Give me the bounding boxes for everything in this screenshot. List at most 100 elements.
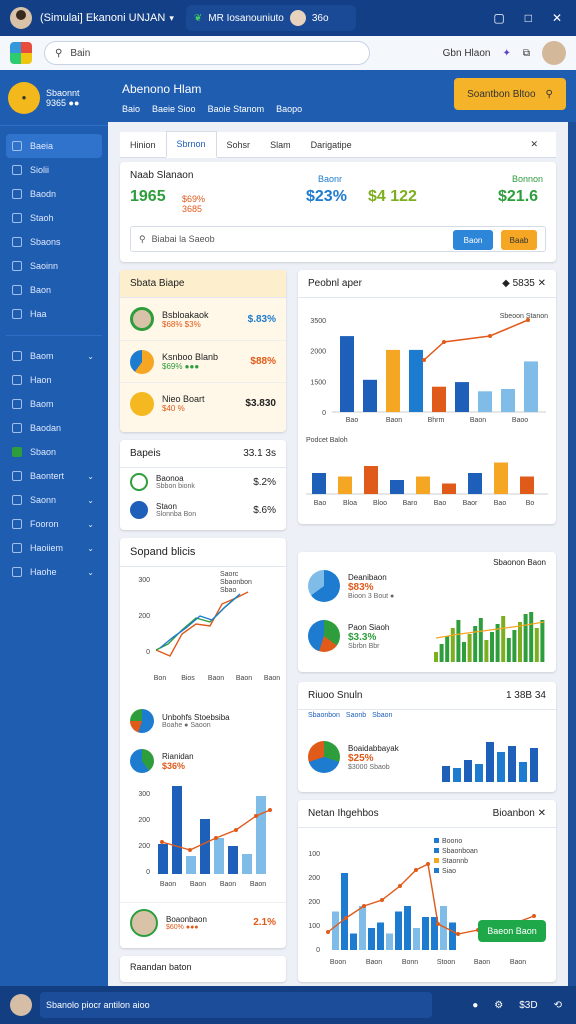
list-item[interactable]: Paon Siaoh $3.3% Sbrbn Bbr <box>298 614 448 658</box>
avatar[interactable] <box>10 994 32 1016</box>
x-tick-label: Baro <box>403 500 418 507</box>
tab-sohsr[interactable]: Sohsr <box>217 132 261 157</box>
sidebar-item-sbaons[interactable]: Sbaons <box>0 230 108 254</box>
sidebar-item-baon[interactable]: Baon <box>0 278 108 302</box>
list-item[interactable]: Bsbloakaok $68% $3% $.83% <box>120 298 286 340</box>
gear-icon[interactable]: ⚙ <box>494 1000 503 1011</box>
mini-bar-chart <box>434 612 545 662</box>
nfr-card: Netan Ihgehbos Bioanbon ✕ 100 200 200 100 0 Bo… <box>298 800 556 982</box>
list-item[interactable]: Unbohfs Stoebsiba Boahe ● Saoon <box>120 704 286 738</box>
sidebar-item-fooron[interactable]: Fooron ⌄ <box>0 512 108 536</box>
list-item[interactable]: Ksnboo Blanb $69% ●●● $88% <box>120 340 286 382</box>
kpi-label-4: Bonnon <box>512 174 544 184</box>
maximize-icon[interactable]: □ <box>525 11 532 25</box>
tab-hinion[interactable]: Hinion <box>120 132 166 157</box>
sidebar-item-siolii[interactable]: Siolii <box>0 158 108 182</box>
list-item[interactable]: Staon Slonnba Bon $.6% <box>120 496 286 524</box>
refresh-icon[interactable]: ⟲ <box>554 1000 562 1011</box>
list-item[interactable]: Baonoa Sbbon bionk $.2% <box>120 468 286 496</box>
sidebar-item-baodn[interactable]: Baodn <box>0 182 108 206</box>
y-tick-label: 0 <box>146 649 150 656</box>
avatar[interactable] <box>10 7 32 29</box>
point <box>160 840 164 844</box>
list-item[interactable]: Boaidabbayak $25% $3000 Sbaob <box>298 732 448 782</box>
bar <box>413 928 420 950</box>
kpi-button-2[interactable]: Baab <box>501 230 537 250</box>
kpi-search-input[interactable]: ⚲ Biabai la Saeob Baon Baab <box>130 226 546 252</box>
sidebar-item-baom[interactable]: Baom ⌄ <box>0 344 108 368</box>
sidebar-item-baontert[interactable]: Baontert ⌄ <box>0 464 108 488</box>
chevron-down-icon[interactable]: ⌄ <box>87 568 94 577</box>
bar <box>468 473 482 494</box>
sidebar-item-baeia[interactable]: Baeia <box>6 134 102 158</box>
kpi-button-1[interactable]: Baon <box>453 230 493 250</box>
search-icon: ⚲ <box>55 47 63 59</box>
sparkle-icon[interactable]: ✦ <box>502 48 510 59</box>
sidebar-item-baodan[interactable]: Baodan <box>0 416 108 440</box>
chevron-down-icon[interactable]: ⌄ <box>87 544 94 553</box>
bar <box>363 379 377 412</box>
list-item[interactable]: Nieo Boart $40 % $3.830 <box>120 382 286 424</box>
close-icon[interactable]: ✕ <box>538 278 546 289</box>
sidebar-item-saonn[interactable]: Saonn ⌄ <box>0 488 108 512</box>
chevron-down-icon[interactable]: ⌄ <box>87 352 94 361</box>
status-card: Sbata Biape Bsbloakaok $68% $3% $.83% Ksn… <box>120 270 286 432</box>
close-icon[interactable]: ✕ <box>538 808 546 819</box>
chevron-down-icon[interactable]: ⌄ <box>87 520 94 529</box>
y-tick-label: 200 <box>308 899 320 906</box>
app-logo-icon[interactable] <box>10 42 32 64</box>
tab-sbrnon[interactable]: Sbrnon <box>165 131 217 158</box>
list-item[interactable]: Boaonbaon $60% ●●● 2.1% <box>120 902 286 942</box>
row-name: Rianidan <box>162 751 194 761</box>
sidebar-item-haa[interactable]: Haa <box>0 302 108 326</box>
chevron-down-icon[interactable]: ⌄ <box>87 472 94 481</box>
address-right-label[interactable]: Gbn Hlaon <box>443 48 491 59</box>
chevron-down-icon[interactable]: ▾ <box>169 13 174 24</box>
sidebar-item-haohe[interactable]: Haohe ⌄ <box>0 560 108 584</box>
bar <box>524 361 538 412</box>
close-icon[interactable]: ✕ <box>552 11 562 25</box>
nfr-action-button[interactable]: Baeon Baon <box>478 920 546 942</box>
sidebar-item-haon[interactable]: Haon <box>0 368 108 392</box>
tab-slam[interactable]: Slam <box>260 132 301 157</box>
x-tick-label: Baon <box>208 675 224 682</box>
location-icon[interactable]: ● <box>472 1000 478 1011</box>
sidebar-item-staoh[interactable]: Staoh <box>0 206 108 230</box>
bar <box>338 476 352 494</box>
bapeis-header: Bapeis 33.1 3s <box>120 440 286 468</box>
browser-tab[interactable]: ❦ MR Iosanouniuto 36o <box>185 5 356 31</box>
sidebar-item-sbaon[interactable]: Sbaon <box>0 440 108 464</box>
window-icon[interactable]: ⧉ <box>523 48 530 59</box>
search-cta-button[interactable]: Soantbon Bltoo ⚲ <box>454 78 566 110</box>
legend-swatch <box>434 858 439 863</box>
tab-darigatipe[interactable]: Darigatipe <box>301 132 362 157</box>
row-value: 2.1% <box>253 917 276 928</box>
legend-swatch <box>434 848 439 853</box>
breadcrumb-item[interactable]: Baio <box>122 104 140 114</box>
point <box>380 898 384 902</box>
row-name: Staon <box>156 502 177 511</box>
legend-item: Sbao <box>220 587 236 594</box>
row-name: Baonoa <box>156 474 184 483</box>
list-item[interactable]: Rianidan $36% <box>120 744 286 778</box>
list-item[interactable]: Deanibaon $83% Bioon 3 Bout ● <box>298 564 448 608</box>
window-title: (Simulai] Ekanoni UNJAN <box>40 12 166 24</box>
bar <box>341 873 348 950</box>
sidebar-item-saoinn[interactable]: Saoinn <box>0 254 108 278</box>
avatar[interactable] <box>542 41 566 65</box>
breadcrumb-item[interactable]: Baoie Stanom <box>208 104 265 114</box>
search-input[interactable]: ⚲ Bain <box>44 41 370 65</box>
close-icon[interactable]: ✕ <box>520 132 548 157</box>
gear-icon <box>12 519 22 529</box>
breadcrumb-item[interactable]: Baeie Sioo <box>152 104 196 114</box>
chevron-down-icon[interactable]: ⌄ <box>87 496 94 505</box>
cta-label: Soantbon Bltoo <box>467 88 536 100</box>
restore-icon[interactable]: ▢ <box>493 11 504 25</box>
bar <box>172 786 182 874</box>
bar <box>464 760 472 782</box>
bar <box>478 618 483 662</box>
point <box>398 884 402 888</box>
breadcrumb-item[interactable]: Baopo <box>276 104 302 114</box>
sidebar-item-baom[interactable]: Baom <box>0 392 108 416</box>
sidebar-item-haoiiem[interactable]: Haoiiem ⌄ <box>0 536 108 560</box>
